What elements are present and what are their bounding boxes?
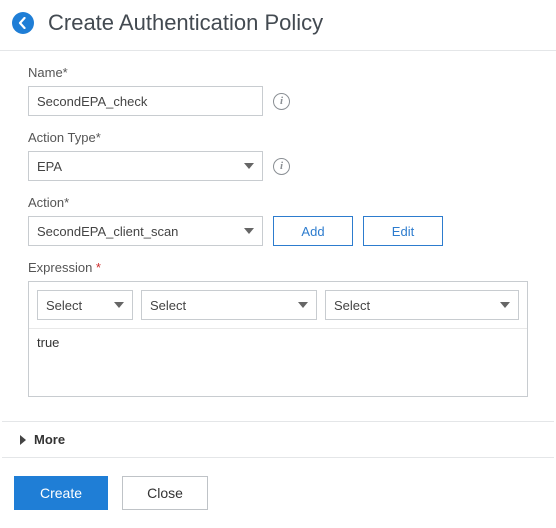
expression-select-3[interactable]: Select [325,290,519,320]
info-icon: i [273,93,290,110]
action-type-select[interactable]: EPA [28,151,263,181]
create-button[interactable]: Create [14,476,108,510]
page-title: Create Authentication Policy [48,10,323,36]
info-icon: i [273,158,290,175]
required-asterisk: * [96,260,101,275]
arrow-left-icon [17,17,29,29]
expression-select-2[interactable]: Select [141,290,317,320]
add-button[interactable]: Add [273,216,353,246]
expression-textarea[interactable] [29,329,527,393]
edit-button[interactable]: Edit [363,216,443,246]
action-type-label: Action Type* [28,130,528,145]
action-label: Action* [28,195,528,210]
expression-label: Expression * [28,260,528,275]
more-toggle[interactable]: More [2,421,554,458]
caret-right-icon [20,435,26,445]
back-button[interactable] [12,12,34,34]
close-button[interactable]: Close [122,476,208,510]
action-select[interactable]: SecondEPA_client_scan [28,216,263,246]
name-input[interactable] [28,86,263,116]
more-label: More [34,432,65,447]
expression-select-1[interactable]: Select [37,290,133,320]
expression-box: Select Select Select [28,281,528,397]
name-label: Name* [28,65,528,80]
